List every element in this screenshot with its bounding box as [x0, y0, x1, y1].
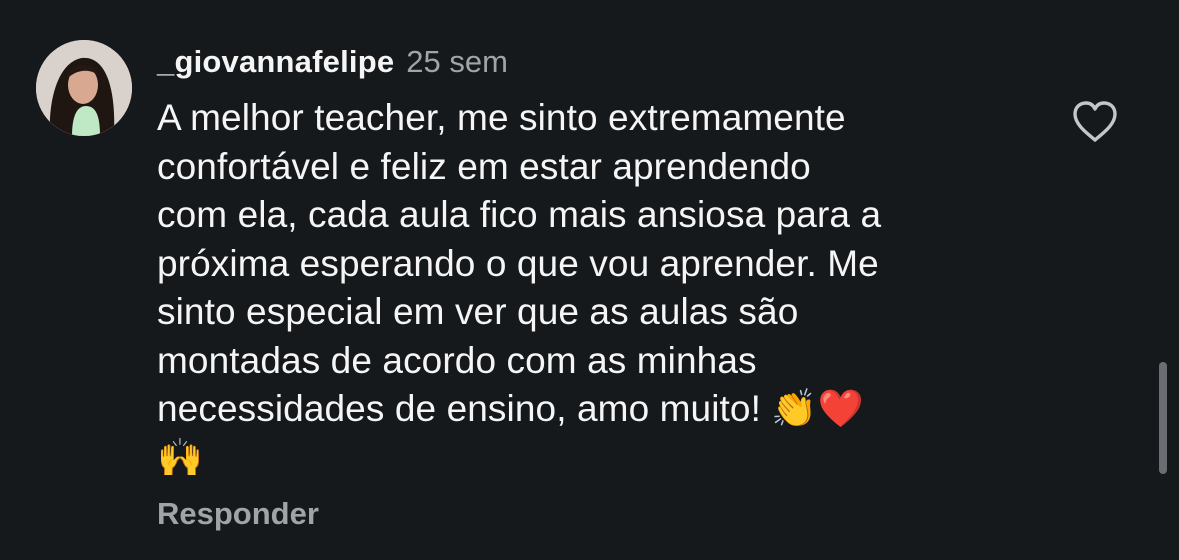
comment-line: com ela, cada aula fico mais ansiosa par… [157, 194, 882, 235]
avatar[interactable] [36, 40, 132, 136]
raising-hands-emoji: 🙌 [157, 435, 204, 479]
comment-line-with-emoji: necessidades de ensino, amo muito! 👏❤️ [157, 385, 1037, 434]
comment-body: A melhor teacher, me sinto extremamente … [157, 94, 1037, 482]
clapping-hands-emoji: 👏 [771, 387, 818, 430]
comment-line: sinto especial em ver que as aulas são [157, 291, 799, 332]
comment-header: _giovannafelipe 25 sem [157, 40, 508, 84]
red-heart-emoji: ❤️ [817, 387, 864, 430]
heart-outline-icon [1073, 101, 1117, 142]
comment-line: montadas de acordo com as minhas [157, 339, 757, 381]
comment-line: próxima esperando o que vou aprender. Me [157, 242, 879, 284]
comment-line: necessidades de ensino, amo muito! [157, 388, 761, 429]
comment: _giovannafelipe 25 sem A melhor teacher,… [0, 0, 1179, 560]
scrollbar[interactable] [1159, 362, 1167, 474]
comment-line: A melhor teacher, me sinto extremamente [157, 97, 846, 138]
profile-photo-icon [36, 40, 132, 136]
timestamp: 25 sem [406, 44, 508, 79]
username-link[interactable]: _giovannafelipe [157, 44, 394, 80]
reply-button[interactable]: Responder [157, 496, 319, 532]
comment-line: confortável e feliz em estar aprendendo [157, 145, 811, 187]
like-button[interactable] [1071, 100, 1119, 144]
